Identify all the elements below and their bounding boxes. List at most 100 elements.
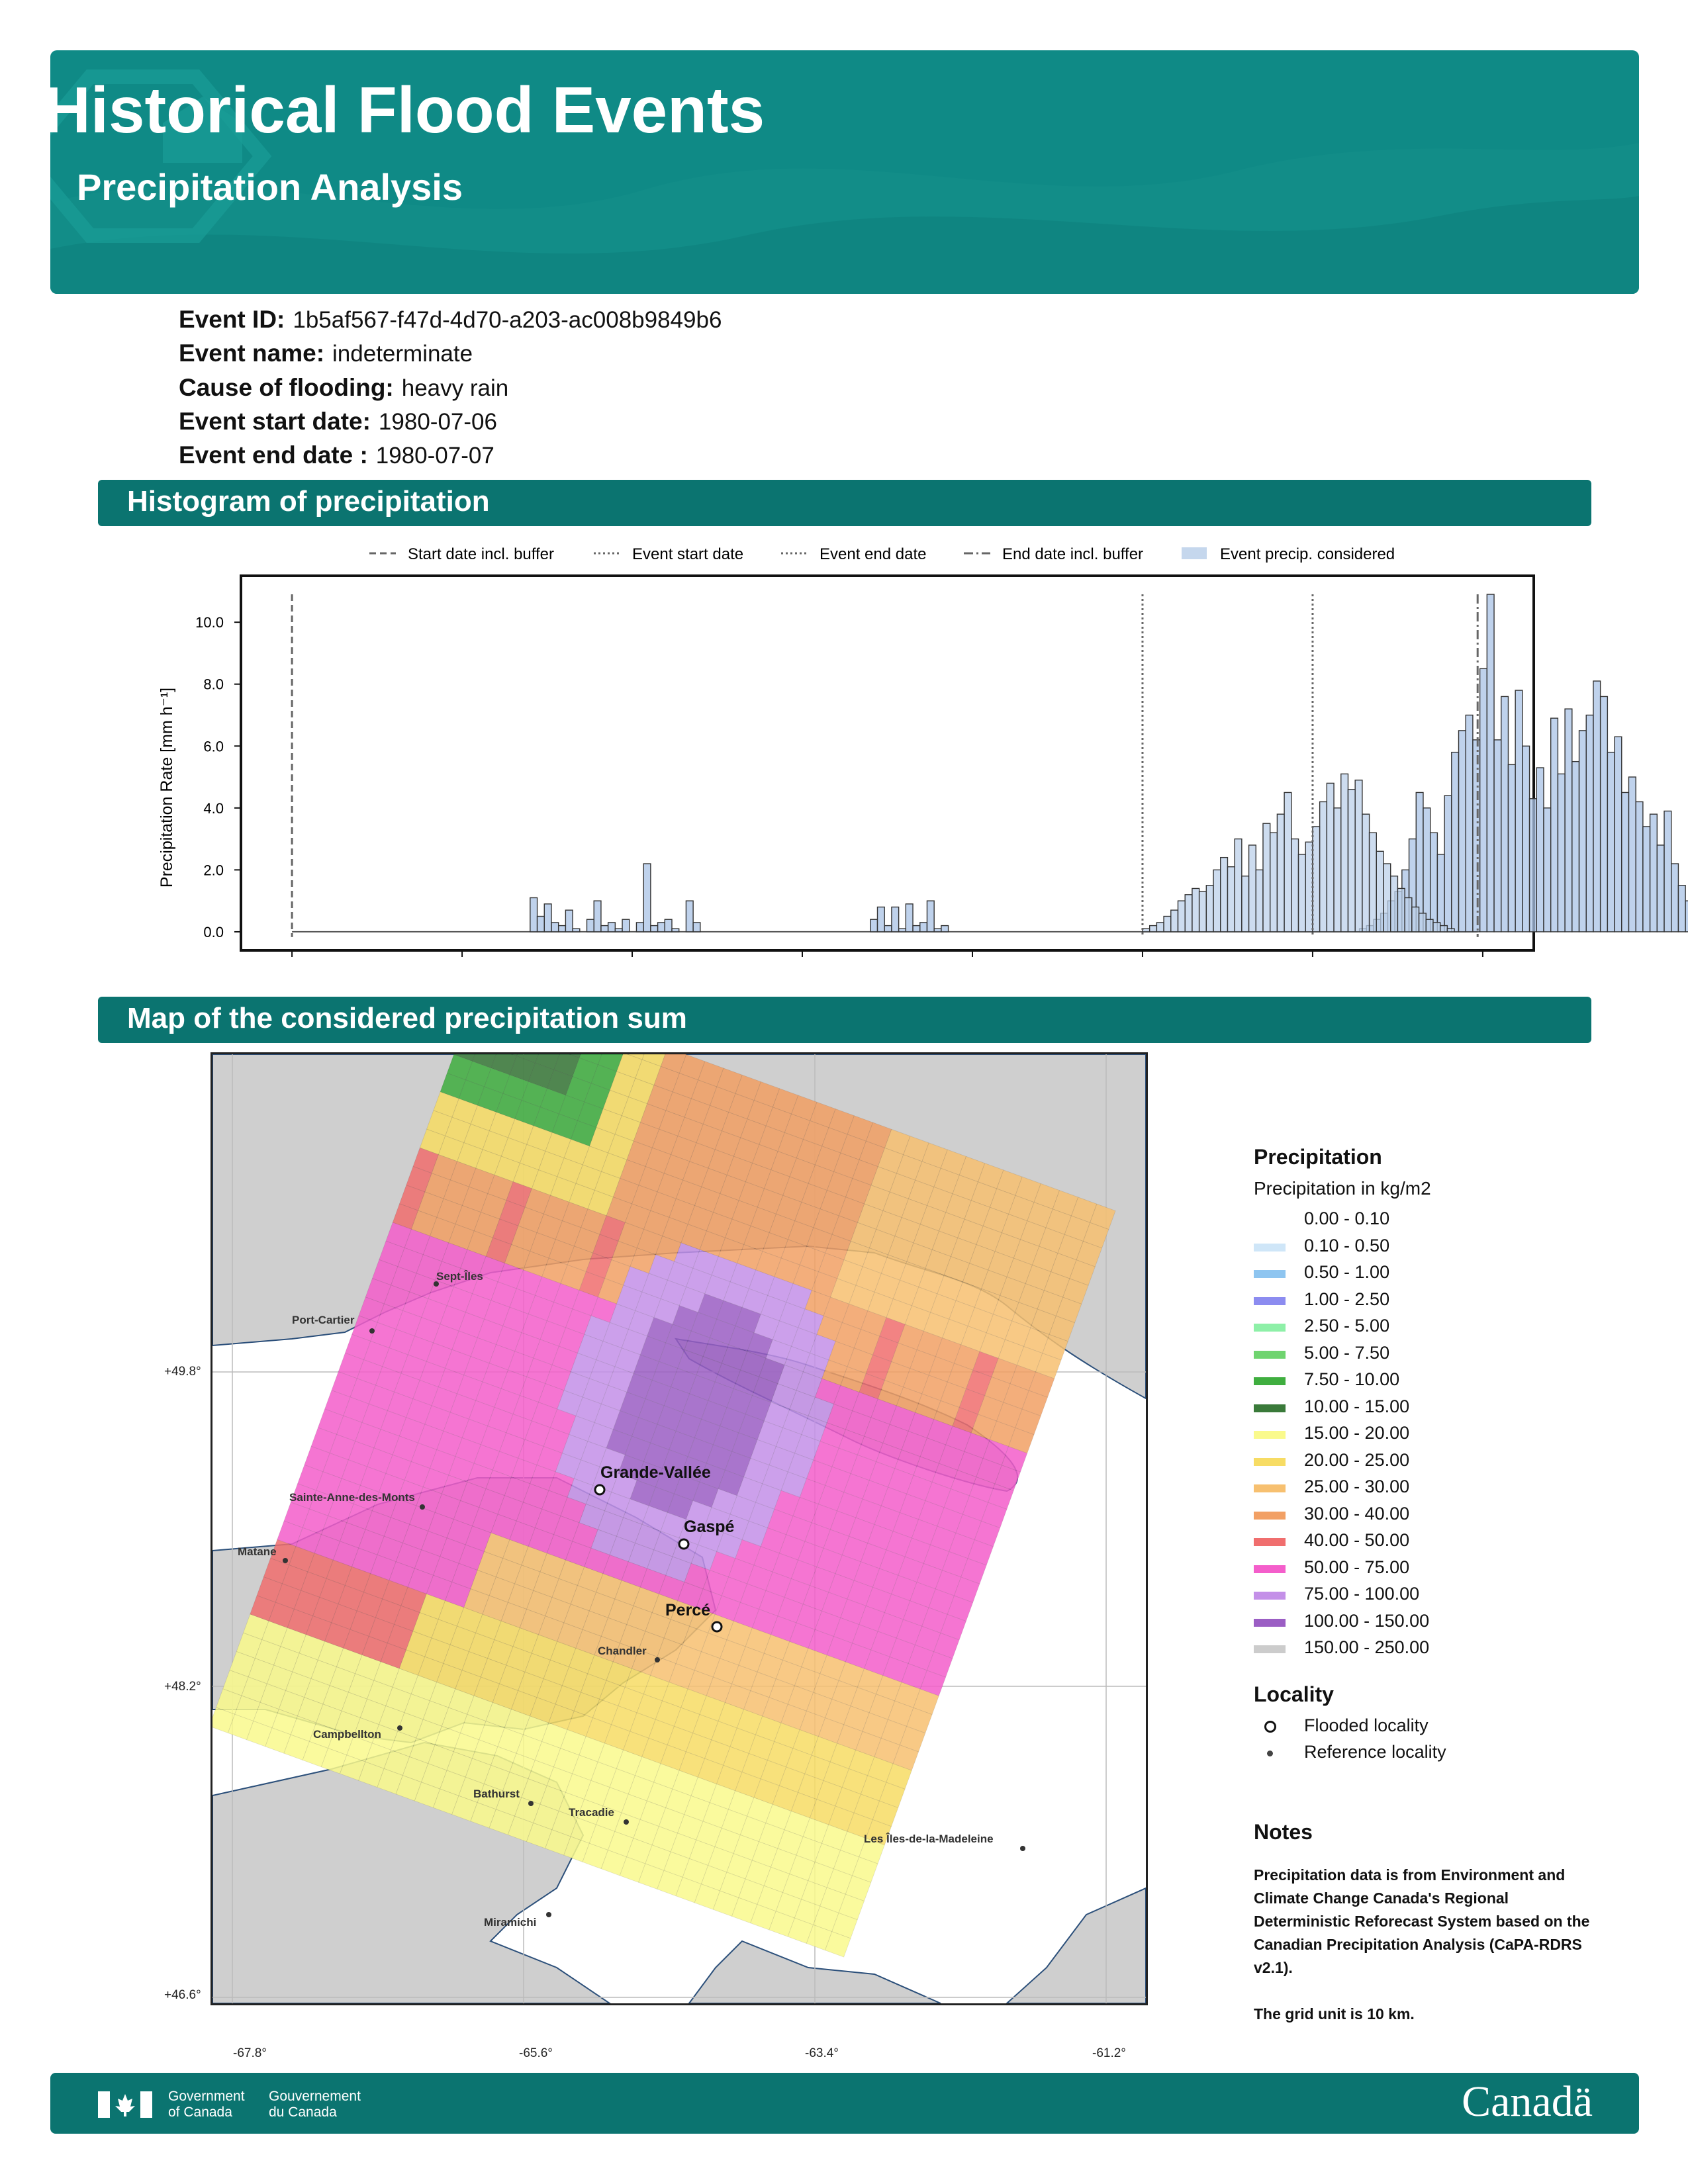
legend-bin-swatch: [1254, 1484, 1286, 1492]
histogram-bar: [1507, 764, 1516, 933]
histogram-bar: [593, 900, 602, 933]
place-perce: Percé: [665, 1601, 711, 1619]
reference-symbol: [1267, 1751, 1273, 1756]
histogram-bar: [692, 922, 701, 933]
histogram-bar: [622, 919, 630, 933]
event-end-row: Event end date : 1980-07-07: [179, 441, 494, 469]
ref-marker-matane: [283, 1558, 288, 1563]
histogram-bar: [1439, 925, 1448, 933]
notes-grid: The grid unit is 10 km.: [1254, 2005, 1415, 2023]
legend-bin-swatch: [1254, 1511, 1286, 1520]
histogram-bar: [1593, 680, 1601, 933]
histogram-bar: [536, 915, 545, 933]
event-name-value: indeterminate: [332, 341, 473, 367]
histogram-bar: [1376, 850, 1384, 933]
event-cause-value: heavy rain: [401, 375, 509, 401]
event-end-value: 1980-07-07: [375, 443, 494, 469]
histogram-legend: Start date incl. buffer Event start date…: [369, 545, 1395, 563]
histogram-bar: [1305, 841, 1313, 933]
legend-bin-label: 0.00 - 0.10: [1304, 1208, 1390, 1228]
histogram-bar: [1333, 807, 1342, 933]
histogram-bar: [1635, 801, 1644, 933]
legend-bin-swatch: [1254, 1618, 1286, 1627]
histogram-bar: [1649, 813, 1658, 933]
y-tick-label: 0.0: [203, 924, 224, 940]
legend-bin-label: 5.00 - 7.50: [1304, 1342, 1390, 1363]
histogram-bar: [1227, 866, 1235, 933]
notes-body: Precipitation data is from Environment a…: [1254, 1864, 1598, 2026]
legend-end-buffer: End date incl. buffer: [1002, 545, 1143, 563]
histogram-bar: [1550, 717, 1559, 933]
ref-marker-bathurst: [528, 1801, 534, 1806]
legend-bin-label: 25.00 - 30.00: [1304, 1477, 1410, 1496]
histogram-bar: [600, 925, 609, 933]
precipitation-map: Sept-Îles Port-Cartier Sainte-Anne-des-M…: [211, 1052, 1148, 2005]
canada-flag-icon: [98, 2091, 152, 2118]
y-tick-label: 2.0: [203, 862, 224, 878]
place-chandler: Chandler: [598, 1645, 647, 1657]
histogram-bar: [657, 922, 665, 933]
histogram-bar: [1685, 900, 1688, 933]
legend-bin-label: 20.00 - 25.00: [1304, 1449, 1410, 1470]
histogram-bar: [1192, 887, 1200, 933]
histogram-bar: [905, 903, 914, 933]
legend-bin-label: 40.00 - 50.00: [1304, 1530, 1410, 1550]
histogram-bar: [891, 906, 900, 933]
event-name-row: Event name: indeterminate: [179, 340, 473, 367]
histogram-bar: [1156, 922, 1164, 933]
histogram-bar: [1241, 876, 1250, 933]
histogram-bar: [1347, 789, 1356, 933]
legend-bin-label: 0.50 - 1.00: [1304, 1262, 1390, 1282]
gov-fr: Gouvernement du Canada: [269, 2089, 361, 2120]
histogram-bar: [543, 903, 552, 933]
legend-bin-label: 7.50 - 10.00: [1304, 1369, 1400, 1389]
histogram-bar: [1446, 928, 1455, 933]
histogram-bar: [1269, 832, 1278, 933]
event-id-row: Event ID: 1b5af567-f47d-4d70-a203-ac008b9…: [179, 306, 722, 334]
flooded-symbol: [1264, 1721, 1276, 1733]
ref-marker-tracadie: [624, 1819, 629, 1825]
histogram-bar: [1276, 813, 1285, 933]
ref-marker-chandler: [655, 1657, 660, 1662]
lon-label-61-2: -61.2°: [1092, 2046, 1126, 2060]
legend-locality-title: Locality: [1254, 1682, 1334, 1706]
lat-label-46-6: +46.6°: [164, 1988, 201, 2002]
event-start-row: Event start date: 1980-07-06: [179, 408, 497, 435]
histogram-bar: [1493, 739, 1502, 933]
place-campbellton: Campbellton: [313, 1728, 381, 1741]
histogram-bar: [635, 922, 644, 933]
histogram-section-bar: Histogram of precipitation: [98, 480, 1591, 526]
flooded-marker-gaspe: [678, 1538, 690, 1550]
lat-label-49-8: +49.8°: [164, 1365, 201, 1379]
histogram-bar: [1432, 922, 1441, 933]
histogram-bar: [650, 925, 659, 933]
histogram-bar: [1390, 876, 1399, 933]
histogram-bar: [1664, 810, 1672, 933]
histogram-bar: [1472, 739, 1481, 933]
legend-bin-swatch: [1254, 1538, 1286, 1546]
histogram-bar: [1458, 730, 1466, 933]
histogram-bar: [643, 863, 651, 933]
place-sept-iles: Sept-Îles: [436, 1270, 483, 1283]
event-cause-row: Cause of flooding: heavy rain: [179, 374, 508, 402]
histogram-bar: [1354, 780, 1363, 933]
lon-label-67-8: -67.8°: [233, 2046, 267, 2060]
legend-bin-swatch: [1254, 1404, 1286, 1412]
histogram-bar: [1628, 776, 1636, 933]
histogram-bar: [1177, 900, 1186, 933]
histogram-bar: [1671, 863, 1679, 933]
y-axis-label: Precipitation Rate [mm h⁻¹]: [158, 688, 176, 887]
histogram-bar: [530, 897, 538, 933]
histogram-bar: [1297, 854, 1306, 933]
histogram-bar: [1599, 696, 1609, 933]
event-name-label: Event name:: [179, 340, 325, 367]
histogram-bar: [1234, 838, 1243, 933]
footer-bar: Government of Canada Gouvernement du Can…: [50, 2073, 1639, 2134]
histogram-bar: [941, 925, 949, 933]
legend-bin-swatch: [1254, 1324, 1286, 1332]
histogram-bar: [919, 922, 928, 933]
y-tick-label: 4.0: [203, 800, 224, 817]
legend-bin-swatch: [1254, 1270, 1286, 1278]
ref-marker-sainte-anne: [420, 1504, 425, 1510]
legend-precip-subtitle: Precipitation in kg/m2: [1254, 1178, 1431, 1199]
